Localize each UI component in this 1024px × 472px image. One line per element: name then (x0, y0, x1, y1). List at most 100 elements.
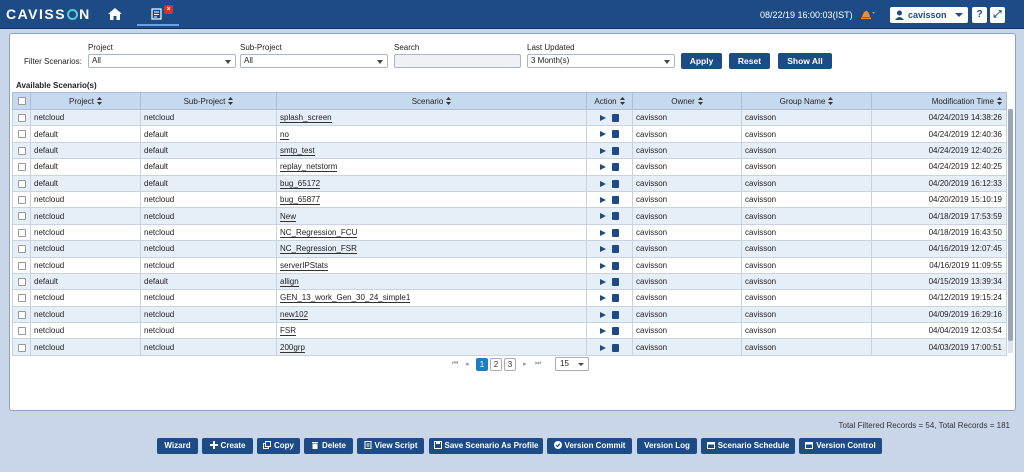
row-checkbox-cell[interactable] (12, 289, 31, 307)
expand-icon[interactable]: ⤢ (990, 7, 1005, 23)
row-checkbox-cell[interactable] (12, 108, 31, 127)
table-row[interactable]: netcloud netcloud NC_Regression_FSR cavisso… (12, 240, 1007, 258)
prev-page-icon[interactable]: ◂ (465, 360, 469, 368)
row-checkbox-cell[interactable] (12, 141, 31, 160)
play-icon[interactable] (600, 229, 606, 236)
table-row[interactable]: netcloud netcloud serverIPStats cavisson cav… (12, 256, 1007, 274)
sort-icon[interactable] (697, 96, 703, 105)
row-checkbox-cell[interactable] (12, 223, 31, 242)
play-icon[interactable] (600, 131, 606, 138)
sort-icon[interactable] (619, 96, 625, 105)
row-checkbox-cell[interactable] (12, 174, 31, 192)
row-checkbox-cell[interactable] (12, 158, 31, 176)
page-3-button[interactable]: 3 (504, 358, 516, 371)
scenario-link[interactable]: 200grp (280, 342, 305, 353)
scenario-link[interactable]: GEN_13_work_Gen_30_24_simple1 (280, 293, 411, 304)
document-icon[interactable] (612, 212, 619, 221)
row-checkbox-cell[interactable] (12, 305, 31, 324)
column-header-scenario[interactable]: Scenario (276, 92, 587, 110)
scenario-link[interactable]: replay_netstorm (280, 162, 338, 173)
document-icon[interactable] (612, 179, 619, 188)
scenario-link[interactable]: FSR (280, 326, 296, 337)
play-icon[interactable] (600, 344, 606, 351)
show-all-button[interactable]: Show All (778, 53, 832, 69)
table-row[interactable]: netcloud netcloud New cavisson cavisson 04/18… (12, 207, 1007, 225)
sort-icon[interactable] (228, 96, 234, 105)
document-icon[interactable] (612, 343, 619, 352)
table-row[interactable]: netcloud netcloud splash_screen cavisson cav… (12, 108, 1007, 127)
play-icon[interactable] (600, 246, 606, 253)
scenario-link[interactable]: NC_Regression_FCU (280, 227, 358, 238)
checkbox[interactable] (17, 245, 26, 254)
search-input[interactable] (394, 54, 521, 68)
wizard-button[interactable]: Wizard (157, 438, 198, 454)
column-header-group[interactable]: Group Name (741, 92, 872, 110)
row-checkbox-cell[interactable] (12, 125, 31, 143)
view-script-button[interactable]: View Script (357, 438, 424, 454)
document-icon[interactable] (612, 228, 619, 237)
column-header-modified[interactable]: Modification Time (871, 92, 1007, 110)
sort-icon[interactable] (997, 96, 1002, 105)
page-size-select[interactable]: 15 (555, 357, 589, 371)
document-icon[interactable] (612, 261, 619, 270)
close-icon[interactable]: × (164, 5, 173, 14)
sort-icon[interactable] (446, 96, 452, 105)
column-header-subproject[interactable]: Sub-Project (140, 92, 277, 110)
user-menu-button[interactable]: cavisson (890, 7, 968, 23)
checkbox[interactable] (17, 343, 26, 352)
checkbox[interactable] (17, 130, 26, 139)
table-row[interactable]: netcloud netcloud GEN_13_work_Gen_30_24_si… (12, 289, 1007, 307)
checkbox[interactable] (17, 97, 26, 106)
table-row[interactable]: netcloud netcloud new102 cavisson cavisson 04… (12, 305, 1007, 324)
row-checkbox-cell[interactable] (12, 256, 31, 274)
row-checkbox-cell[interactable] (12, 207, 31, 225)
first-page-icon[interactable]: ⏮ (452, 360, 458, 368)
play-icon[interactable] (600, 164, 606, 171)
document-icon[interactable] (612, 294, 619, 303)
table-row[interactable]: netcloud netcloud bug_65877 cavisson cavisso… (12, 190, 1007, 209)
project-select[interactable]: All (88, 54, 236, 68)
version-commit-button[interactable]: Version Commit (547, 438, 632, 454)
checkbox[interactable] (17, 196, 26, 205)
select-all-checkbox[interactable] (12, 92, 31, 110)
scenario-link[interactable]: splash_screen (280, 113, 332, 124)
sort-icon[interactable] (828, 96, 834, 105)
column-header-owner[interactable]: Owner (632, 92, 742, 110)
document-icon[interactable] (612, 310, 619, 319)
scenario-link[interactable]: smtp_test (280, 145, 315, 156)
next-page-icon[interactable]: ▸ (523, 360, 527, 368)
alert-icon[interactable] (860, 8, 876, 20)
document-icon[interactable] (612, 163, 619, 172)
checkbox[interactable] (17, 277, 26, 286)
scenario-link[interactable]: no (280, 129, 289, 140)
checkbox[interactable] (17, 327, 26, 336)
scenario-link[interactable]: New (280, 211, 297, 222)
scenario-link[interactable]: new102 (280, 309, 309, 320)
table-row[interactable]: default default smtp_test cavisson cavisson 0… (12, 141, 1007, 160)
checkbox[interactable] (17, 146, 26, 155)
subproject-select[interactable]: All (240, 54, 388, 68)
play-icon[interactable] (600, 197, 606, 204)
scenario-link[interactable]: allign (280, 277, 299, 288)
table-row[interactable]: default default bug_65172 cavisson cavisson 0… (12, 174, 1007, 192)
page-1-button[interactable]: 1 (476, 358, 488, 371)
row-checkbox-cell[interactable] (12, 272, 31, 291)
scenario-link[interactable]: serverIPStats (280, 260, 329, 271)
checkbox[interactable] (17, 212, 26, 221)
page-2-button[interactable]: 2 (490, 358, 502, 371)
reset-button[interactable]: Reset (729, 53, 770, 69)
table-row[interactable]: default default no cavisson cavisson 04/24/20… (12, 125, 1007, 143)
save-scenario-as-profile-button[interactable]: Save Scenario As Profile (429, 438, 543, 454)
play-icon[interactable] (600, 180, 606, 187)
table-row[interactable]: default default allign cavisson cavisson 04/1… (12, 272, 1007, 291)
table-row[interactable]: netcloud netcloud NC_Regression_FCU cavisso… (12, 223, 1007, 242)
last-page-icon[interactable]: ⏭ (535, 360, 541, 368)
play-icon[interactable] (600, 213, 606, 220)
checkbox[interactable] (17, 294, 26, 303)
apply-button[interactable]: Apply (681, 53, 722, 69)
last-updated-select[interactable]: 3 Month(s) (527, 54, 675, 68)
scenario-link[interactable]: bug_65877 (280, 195, 321, 206)
play-icon[interactable] (600, 295, 606, 302)
tab-scenarios[interactable]: × (137, 4, 179, 26)
scenario-schedule-button[interactable]: Scenario Schedule (701, 438, 795, 454)
